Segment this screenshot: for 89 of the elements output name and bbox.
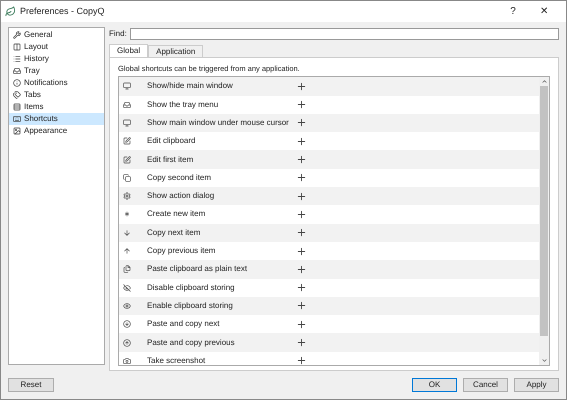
scrollbar-thumb[interactable] [540, 86, 548, 336]
app-logo-icon [5, 6, 16, 17]
shortcut-row[interactable]: Show main window under mouse cursor [119, 114, 539, 132]
sidebar-item[interactable]: Notifications [9, 77, 104, 89]
add-shortcut-icon[interactable] [296, 99, 307, 110]
add-shortcut-icon[interactable] [296, 80, 307, 92]
cancel-button[interactable]: Cancel [463, 378, 508, 392]
gear-icon [123, 192, 131, 200]
shortcut-label: Copy next item [147, 226, 202, 239]
shortcut-label: Enable clipboard storing [147, 300, 234, 312]
add-shortcut-icon[interactable] [296, 190, 307, 202]
shortcut-row[interactable]: Enable clipboard storing [119, 296, 539, 316]
close-button[interactable]: ✕ [526, 4, 562, 19]
ok-button[interactable]: OK [412, 378, 457, 392]
copy-icon [123, 174, 131, 182]
sidebar-item[interactable]: Shortcuts [9, 113, 104, 125]
shortcut-row[interactable]: Copy next item [119, 224, 539, 242]
add-shortcut-icon[interactable] [296, 337, 307, 348]
add-shortcut-icon[interactable] [296, 172, 307, 184]
arrow-down-icon [123, 228, 131, 237]
add-shortcut-icon[interactable] [296, 282, 307, 294]
keyboard-icon [13, 115, 21, 123]
info-icon [13, 79, 21, 87]
shortcut-label: Paste clipboard as plain text [147, 263, 248, 276]
camera-icon [123, 356, 131, 365]
sidebar-item[interactable]: General [9, 29, 104, 41]
wrench-icon [13, 31, 21, 39]
columns-icon [13, 43, 21, 51]
sidebar-item[interactable]: Tray [9, 65, 104, 77]
shortcut-label: Show the tray menu [147, 98, 220, 111]
tray-icon [13, 67, 21, 75]
tray-icon [123, 100, 131, 109]
add-shortcut-icon[interactable] [296, 300, 307, 312]
add-shortcut-icon[interactable] [296, 117, 307, 128]
shortcut-label: Show/hide main window [147, 80, 234, 92]
sidebar-item[interactable]: Items [9, 101, 104, 113]
shortcut-row[interactable]: Paste and copy previous [119, 333, 539, 352]
scrollbar[interactable] [539, 77, 549, 365]
circle-arrow-up-icon [123, 338, 131, 347]
eye-icon [123, 302, 131, 310]
shortcut-row[interactable]: Show/hide main window [119, 77, 539, 96]
help-button[interactable]: ? [500, 4, 526, 19]
shortcut-label: Take screenshot [147, 354, 206, 365]
list-icon [13, 55, 21, 63]
shortcut-label: Copy previous item [147, 245, 216, 258]
add-shortcut-icon[interactable] [296, 227, 307, 238]
sidebar-item[interactable]: Appearance [9, 125, 104, 137]
shortcut-label: Copy second item [147, 172, 212, 184]
shortcut-label: Paste and copy next [147, 318, 220, 330]
tags-icon [13, 91, 21, 99]
shortcut-row[interactable]: Show action dialog [119, 187, 539, 206]
window-icon [123, 118, 131, 127]
shortcut-row[interactable]: Take screenshot [119, 352, 539, 365]
circle-arrow-down-icon [123, 320, 131, 328]
sidebar-item[interactable]: History [9, 53, 104, 65]
shortcut-label: Paste and copy previous [147, 336, 236, 349]
add-shortcut-icon[interactable] [296, 208, 307, 220]
add-shortcut-icon[interactable] [296, 246, 307, 257]
edit-icon [123, 137, 131, 146]
edit-icon [123, 156, 131, 164]
add-shortcut-icon[interactable] [296, 154, 307, 166]
list-icon [13, 103, 21, 111]
apply-button[interactable]: Apply [514, 378, 559, 392]
shortcut-label: Show action dialog [147, 190, 216, 202]
add-shortcut-icon[interactable] [296, 355, 307, 365]
add-shortcut-icon[interactable] [296, 318, 307, 330]
tab[interactable]: Global [109, 44, 148, 57]
reset-button[interactable]: Reset [8, 378, 54, 392]
image-icon [13, 127, 21, 135]
sidebar-item[interactable]: Layout [9, 41, 104, 53]
shortcut-label: Show main window under mouse cursor [147, 116, 290, 129]
eye-off-icon [123, 284, 131, 292]
shortcut-label: Edit clipboard [147, 135, 196, 148]
find-field[interactable] [130, 28, 559, 40]
shortcut-label: Create new item [147, 208, 206, 220]
tab[interactable]: Application [148, 45, 204, 57]
shortcut-label: Edit first item [147, 154, 194, 166]
arrow-up-icon [123, 247, 131, 256]
asterisk-icon [123, 210, 131, 218]
window-icon [123, 82, 131, 90]
window-title: Preferences - CopyQ [20, 4, 105, 18]
files-icon [123, 265, 131, 274]
shortcut-row[interactable]: Paste clipboard as plain text [119, 260, 539, 279]
add-shortcut-icon[interactable] [296, 264, 307, 275]
shortcut-row[interactable]: Edit first item [119, 150, 539, 169]
shortcut-label: Disable clipboard storing [147, 282, 236, 294]
add-shortcut-icon[interactable] [296, 136, 307, 147]
sidebar-item[interactable]: Tabs [9, 89, 104, 101]
find-label: Find: [109, 28, 127, 40]
